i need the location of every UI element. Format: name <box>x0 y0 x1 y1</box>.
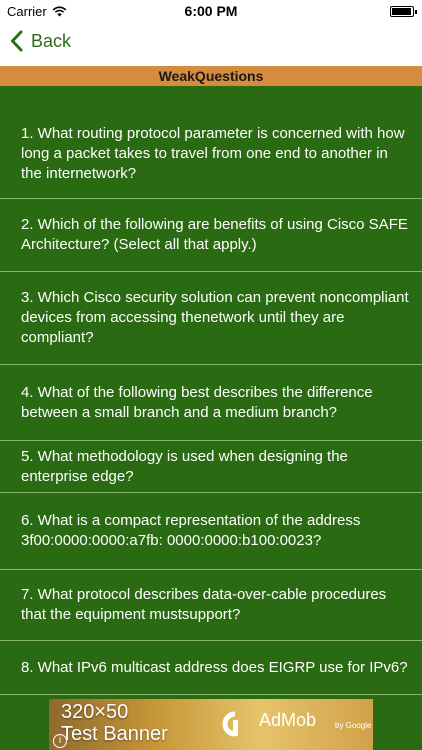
question-text: 4. What of the following best describes … <box>21 383 373 421</box>
question-text: 7. What protocol describes data-over-cab… <box>21 586 387 623</box>
question-row-4[interactable]: 4. What of the following best describes … <box>0 365 422 441</box>
question-row-6[interactable]: 6. What is a compact representation of t… <box>0 493 422 570</box>
ad-test-label: Test Banner <box>61 723 168 745</box>
question-row-8[interactable]: 8. What IPv6 multicast address does EIGR… <box>0 641 422 695</box>
ad-brand: AdMob <box>259 710 317 730</box>
question-row-2[interactable]: 2. Which of the following are benefits o… <box>0 199 422 272</box>
question-text: 8. What IPv6 multicast address does EIGR… <box>21 658 408 676</box>
question-text: 2. Which of the following are benefits o… <box>21 216 408 253</box>
navigation-bar: Back <box>0 22 422 66</box>
question-row-7[interactable]: 7. What protocol describes data-over-cab… <box>0 570 422 641</box>
question-row-3[interactable]: 3. Which Cisco security solution can pre… <box>0 272 422 365</box>
question-text: 3. Which Cisco security solution can pre… <box>21 289 409 346</box>
back-label: Back <box>31 30 72 51</box>
question-text: 6. What is a compact representation of t… <box>21 512 361 549</box>
ad-info-icon[interactable]: i <box>53 734 67 748</box>
question-list: 1. What routing protocol parameter is co… <box>0 90 422 696</box>
back-button[interactable]: Back <box>10 30 71 52</box>
ad-banner[interactable]: 320×50 Test Banner AdMob by Google i <box>49 699 373 750</box>
question-row-1[interactable]: 1. What routing protocol parameter is co… <box>0 110 422 199</box>
ad-title: 320×50 Test Banner <box>61 701 168 745</box>
chevron-left-icon <box>11 30 23 52</box>
status-bar: Carrier 6:00 PM <box>0 0 422 22</box>
battery-icon <box>390 6 417 17</box>
status-time: 6:00 PM <box>184 3 238 19</box>
admob-logo-icon <box>222 711 238 737</box>
ad-byline: by Google <box>335 721 372 730</box>
question-text: 5. What methodology is used when designi… <box>21 447 348 485</box>
ad-size-label: 320×50 <box>61 701 129 723</box>
page-title: WeakQuestions <box>0 66 422 86</box>
question-row-5[interactable]: 5. What methodology is used when designi… <box>0 441 422 493</box>
question-text: 1. What routing protocol parameter is co… <box>21 125 405 182</box>
